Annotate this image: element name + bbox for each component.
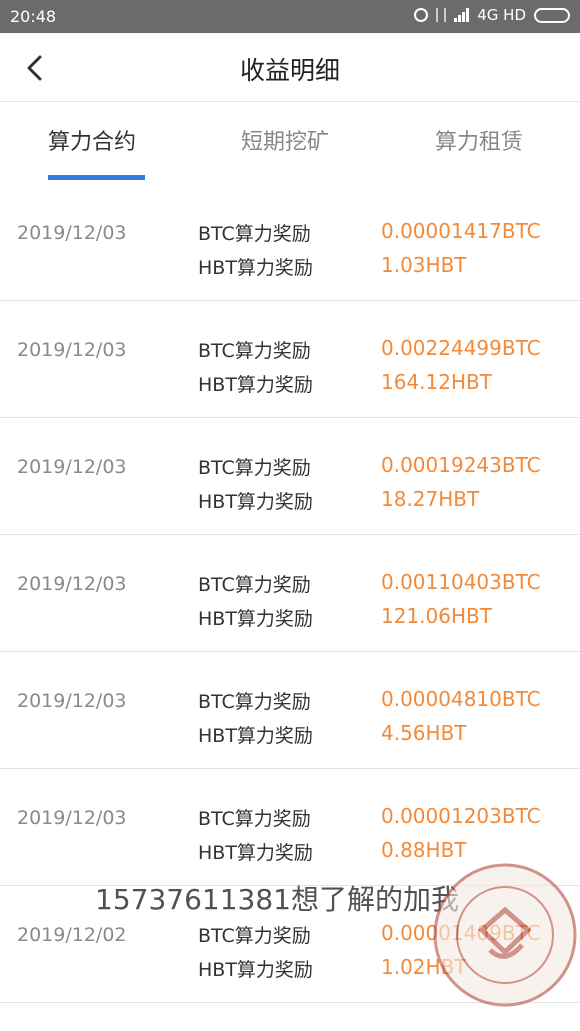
tab-hashrate-rental[interactable]: 算力租赁 — [435, 124, 523, 156]
hbt-reward-value: 121.06HBT — [381, 604, 492, 628]
hbt-reward-value: 1.03HBT — [381, 253, 467, 277]
hbt-reward-value: 164.12HBT — [381, 370, 492, 394]
list-item[interactable]: 2019/12/03 BTC算力奖励 0.00224499BTC HBT算力奖励… — [0, 301, 580, 418]
page-title: 收益明细 — [239, 56, 340, 85]
btc-reward-value: 0.00019243BTC — [381, 453, 541, 477]
status-time: 20:48 — [10, 7, 57, 26]
hbt-reward-label: HBT算力奖励 — [198, 959, 313, 981]
hbt-reward-label: HBT算力奖励 — [198, 608, 313, 630]
btc-reward-value: 0.00004810BTC — [381, 687, 541, 711]
signal-icon — [454, 8, 470, 22]
watermark-overlay-text: 15737611381想了解的加我 — [95, 883, 459, 916]
hbt-reward-label: HBT算力奖励 — [198, 842, 313, 864]
hbt-reward-value: 0.88HBT — [381, 838, 467, 862]
network-type: 4G HD — [477, 6, 526, 24]
hbt-reward-label: HBT算力奖励 — [198, 257, 313, 279]
record-date: 2019/12/03 — [17, 222, 127, 244]
list-item[interactable]: 2019/12/03 BTC算力奖励 0.00019243BTC HBT算力奖励… — [0, 418, 580, 535]
record-date: 2019/12/03 — [17, 807, 127, 829]
watermark-seal-logo — [433, 863, 577, 1007]
mute-icon — [436, 8, 447, 22]
btc-reward-value: 0.00224499BTC — [381, 336, 541, 360]
record-date: 2019/12/03 — [17, 339, 127, 361]
record-date: 2019/12/03 — [17, 573, 127, 595]
record-date: 2019/12/03 — [17, 456, 127, 478]
btc-reward-label: BTC算力奖励 — [198, 340, 311, 362]
hbt-reward-label: HBT算力奖励 — [198, 491, 313, 513]
btc-reward-label: BTC算力奖励 — [198, 457, 311, 479]
btc-reward-label: BTC算力奖励 — [198, 691, 311, 713]
list-item[interactable]: 2019/12/03 BTC算力奖励 0.00001417BTC HBT算力奖励… — [0, 184, 580, 301]
hbt-reward-label: HBT算力奖励 — [198, 725, 313, 747]
btc-reward-label: BTC算力奖励 — [198, 925, 311, 947]
btc-reward-label: BTC算力奖励 — [198, 574, 311, 596]
hbt-reward-label: HBT算力奖励 — [198, 374, 313, 396]
active-tab-indicator — [48, 175, 145, 180]
tab-short-term-mining[interactable]: 短期挖矿 — [241, 124, 329, 156]
btc-reward-label: BTC算力奖励 — [198, 223, 311, 245]
tab-hashrate-contract[interactable]: 算力合约 — [48, 124, 136, 156]
hbt-reward-value: 4.56HBT — [381, 721, 467, 745]
record-date: 2019/12/03 — [17, 690, 127, 712]
status-icons: 4G HD — [414, 6, 570, 24]
tab-bar: 算力合约 短期挖矿 算力租赁 — [0, 102, 580, 184]
record-date: 2019/12/02 — [17, 924, 127, 946]
battery-icon — [534, 7, 570, 23]
btc-reward-label: BTC算力奖励 — [198, 808, 311, 830]
list-item[interactable]: 2019/12/03 BTC算力奖励 0.00110403BTC HBT算力奖励… — [0, 535, 580, 652]
btc-reward-value: 0.00110403BTC — [381, 570, 541, 594]
hbt-reward-value: 18.27HBT — [381, 487, 480, 511]
btc-reward-value: 0.00001417BTC — [381, 219, 541, 243]
list-item[interactable]: 2019/12/03 BTC算力奖励 0.00004810BTC HBT算力奖励… — [0, 652, 580, 769]
btc-reward-value: 0.00001203BTC — [381, 804, 541, 828]
status-bar: 20:48 4G HD — [0, 0, 580, 33]
alarm-clock-icon — [414, 8, 429, 22]
nav-bar: 收益明细 — [0, 33, 580, 102]
